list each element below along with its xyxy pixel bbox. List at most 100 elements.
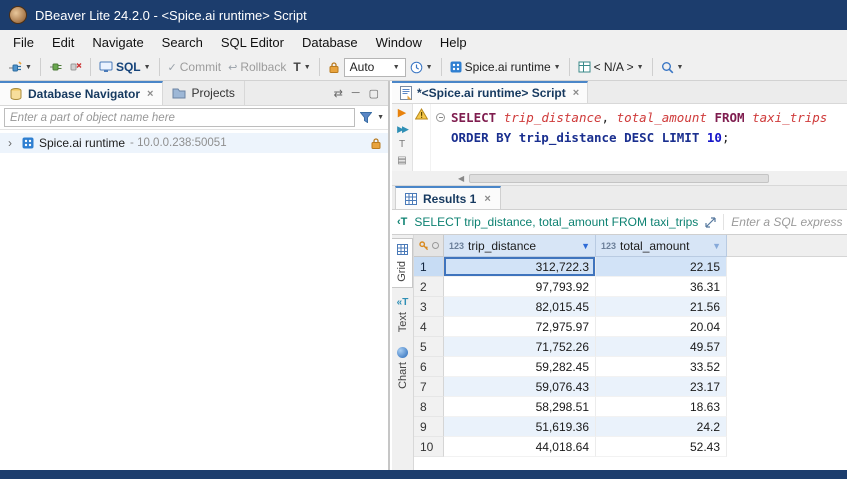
grid-row-7[interactable]: 759,076.4323.17 (414, 377, 847, 397)
minimize-view-icon[interactable]: ─ (352, 87, 360, 100)
cell-total_amount[interactable]: 24.2 (596, 417, 727, 437)
close-icon[interactable]: × (573, 87, 579, 99)
column-header-total_amount[interactable]: 123total_amount▼ (596, 235, 727, 257)
cell-total_amount[interactable]: 23.17 (596, 377, 727, 397)
sql-editor[interactable]: SELECT trip_distance, total_amount FROM … (431, 104, 847, 171)
output-panel-button[interactable]: ▤ (397, 156, 406, 166)
cell-total_amount[interactable]: 22.15 (596, 257, 727, 277)
row-number[interactable]: 10 (414, 437, 444, 457)
cell-total_amount[interactable]: 21.56 (596, 297, 727, 317)
menu-search[interactable]: Search (153, 32, 212, 53)
cell-trip_distance[interactable]: 71,752.26 (444, 337, 596, 357)
lock-button[interactable] (325, 59, 343, 75)
row-number[interactable]: 6 (414, 357, 444, 377)
export-results-button[interactable]: T (399, 140, 405, 150)
cell-total_amount[interactable]: 49.57 (596, 337, 727, 357)
column-header-trip_distance[interactable]: 123trip_distance▼ (444, 235, 596, 257)
sort-desc-icon[interactable]: ▼ (712, 241, 721, 251)
link-editor-icon[interactable]: ⇄ (334, 87, 343, 100)
presentation-tab-grid[interactable]: Grid (392, 238, 413, 288)
fold-collapse-icon[interactable] (436, 109, 451, 128)
presentation-tab-text[interactable]: «TText (392, 293, 413, 337)
cell-trip_distance[interactable]: 58,298.51 (444, 397, 596, 417)
cell-trip_distance[interactable]: 59,076.43 (444, 377, 596, 397)
scroll-left-icon[interactable]: ◀ (458, 174, 464, 183)
transaction-log-button[interactable]: ▼ (407, 59, 436, 76)
rollback-button[interactable]: ↩ Rollback (225, 58, 289, 76)
cell-trip_distance[interactable]: 312,722.3 (444, 257, 596, 277)
expand-chevron-icon[interactable]: › (8, 136, 17, 150)
tree-item-connection[interactable]: › Spice.ai runtime - 10.0.0.238:50051 (0, 133, 388, 153)
object-filter-input[interactable] (4, 108, 355, 127)
cell-trip_distance[interactable]: 51,619.36 (444, 417, 596, 437)
filter-caret-icon[interactable]: ▼ (377, 114, 384, 121)
menu-file[interactable]: File (4, 32, 43, 53)
filter-icon[interactable] (360, 112, 372, 123)
grid-row-3[interactable]: 382,015.4521.56 (414, 297, 847, 317)
grid-row-2[interactable]: 297,793.9236.31 (414, 277, 847, 297)
grid-row-5[interactable]: 571,752.2649.57 (414, 337, 847, 357)
dropdown-caret-icon: ▼ (304, 64, 311, 71)
connection-selector[interactable]: Spice.ai runtime ▼ (447, 58, 564, 76)
new-connection-button[interactable]: ▼ (5, 59, 35, 76)
menu-edit[interactable]: Edit (43, 32, 83, 53)
expand-filter-icon[interactable] (705, 217, 716, 228)
sql-editor-button[interactable]: SQL ▼ (96, 58, 154, 76)
row-filler (727, 337, 847, 357)
grid-row-4[interactable]: 472,975.9720.04 (414, 317, 847, 337)
cell-total_amount[interactable]: 36.31 (596, 277, 727, 297)
schema-selector[interactable]: < N/A > ▼ (575, 58, 647, 76)
cell-total_amount[interactable]: 20.04 (596, 317, 727, 337)
cell-total_amount[interactable]: 52.43 (596, 437, 727, 457)
commit-button[interactable]: ✓ Commit (165, 58, 225, 76)
row-number[interactable]: 3 (414, 297, 444, 317)
cell-trip_distance[interactable]: 59,282.45 (444, 357, 596, 377)
grid-row-10[interactable]: 1044,018.6452.43 (414, 437, 847, 457)
presentation-tab-chart[interactable]: Chart (392, 342, 413, 394)
row-number[interactable]: 2 (414, 277, 444, 297)
row-number[interactable]: 7 (414, 377, 444, 397)
tab-sql-script[interactable]: *<Spice.ai runtime> Script × (392, 81, 588, 103)
cell-total_amount[interactable]: 33.52 (596, 357, 727, 377)
menu-window[interactable]: Window (367, 32, 431, 53)
cell-trip_distance[interactable]: 97,793.92 (444, 277, 596, 297)
close-icon[interactable]: × (484, 193, 490, 205)
grid-row-9[interactable]: 951,619.3624.2 (414, 417, 847, 437)
execute-script-button[interactable]: ▶▶ (397, 125, 407, 134)
row-number[interactable]: 4 (414, 317, 444, 337)
cell-trip_distance[interactable]: 72,975.97 (444, 317, 596, 337)
spice-connection-icon (450, 61, 462, 73)
execute-statement-button[interactable]: ▶ (398, 108, 406, 119)
spice-connection-icon (22, 137, 34, 149)
grid-row-1[interactable]: 1312,722.322.15 (414, 257, 847, 277)
menu-sql-editor[interactable]: SQL Editor (212, 32, 293, 53)
disconnect-button[interactable] (66, 59, 85, 75)
tab-projects[interactable]: Projects (163, 81, 244, 105)
grid-corner[interactable] (414, 235, 444, 257)
commit-mode-combo[interactable]: Auto ▼ (344, 58, 406, 77)
editor-hscrollbar[interactable]: ◀ (392, 171, 847, 186)
result-filter-input[interactable]: Enter a SQL expression to (731, 215, 842, 229)
scrollbar-thumb[interactable] (469, 174, 769, 183)
tab-database-navigator[interactable]: Database Navigator × (0, 81, 163, 105)
menu-navigate[interactable]: Navigate (83, 32, 152, 53)
row-number[interactable]: 5 (414, 337, 444, 357)
cell-total_amount[interactable]: 18.63 (596, 397, 727, 417)
transaction-mode-button[interactable]: T ▼ (290, 58, 313, 76)
tab-results-1[interactable]: Results 1 × (395, 186, 501, 209)
menu-database[interactable]: Database (293, 32, 367, 53)
row-number[interactable]: 8 (414, 397, 444, 417)
grid-row-8[interactable]: 858,298.5118.63 (414, 397, 847, 417)
menu-help[interactable]: Help (431, 32, 476, 53)
maximize-view-icon[interactable]: ▢ (369, 87, 379, 100)
sort-desc-icon[interactable]: ▼ (581, 241, 590, 251)
cell-trip_distance[interactable]: 82,015.45 (444, 297, 596, 317)
cell-trip_distance[interactable]: 44,018.64 (444, 437, 596, 457)
close-icon[interactable]: × (147, 88, 153, 100)
row-number[interactable]: 9 (414, 417, 444, 437)
connect-button[interactable] (46, 59, 65, 75)
rollback-arrow-icon: ↩ (228, 61, 237, 74)
grid-row-6[interactable]: 659,282.4533.52 (414, 357, 847, 377)
row-number[interactable]: 1 (414, 257, 444, 277)
search-button[interactable]: ▼ (658, 59, 687, 76)
